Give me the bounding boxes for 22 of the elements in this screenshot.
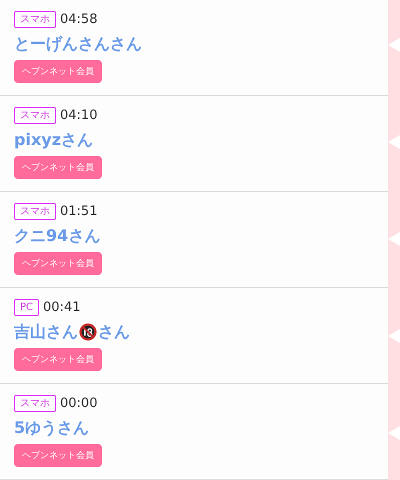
member-badge: ヘブンネット会員 [14,252,102,275]
visitor-name: さん [98,322,130,342]
visit-time: 04:58 [60,12,98,27]
visit-time: 04:10 [60,108,98,123]
visit-time: 00:41 [43,300,80,315]
device-tag: スマホ [14,395,56,412]
member-badge: ヘブンネット会員 [14,60,102,83]
device-tag: スマホ [14,203,56,220]
member-badge: ヘブンネット会員 [14,444,102,467]
visitor-name: 吉山さん [14,322,78,342]
device-tag: PC [14,299,40,316]
visit-time: 01:51 [60,204,98,219]
device-tag: スマホ [14,107,56,124]
visitor-name: とーげんさんさん [14,34,142,54]
visitor-name: 5ゆうさん [14,418,90,438]
visit-time: 00:00 [60,396,98,411]
adult-only-icon [79,323,97,341]
device-tag: スマホ [14,11,56,28]
visitor-name: pixyzさん [14,130,93,150]
member-badge: ヘブンネット会員 [14,348,102,371]
visitor-name: クニ94さん [14,226,100,246]
member-badge: ヘブンネット会員 [14,156,102,179]
